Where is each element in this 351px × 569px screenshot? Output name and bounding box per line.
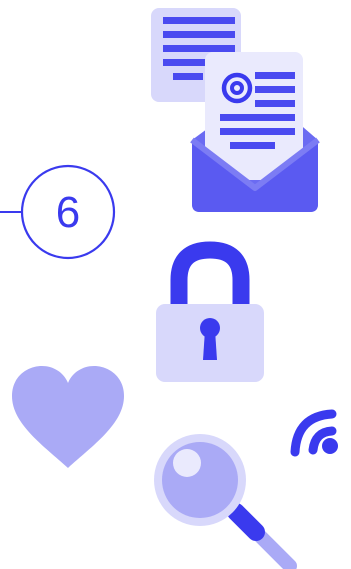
magnifying-glass-icon [154,434,297,569]
email-with-documents-icon [151,8,320,212]
wifi-signal-icon [290,409,338,457]
illustration-canvas: 6 [0,8,338,569]
padlock-icon [156,241,264,382]
step-number: 6 [56,188,80,237]
step-indicator: 6 [0,164,116,260]
heart-icon [12,366,124,468]
